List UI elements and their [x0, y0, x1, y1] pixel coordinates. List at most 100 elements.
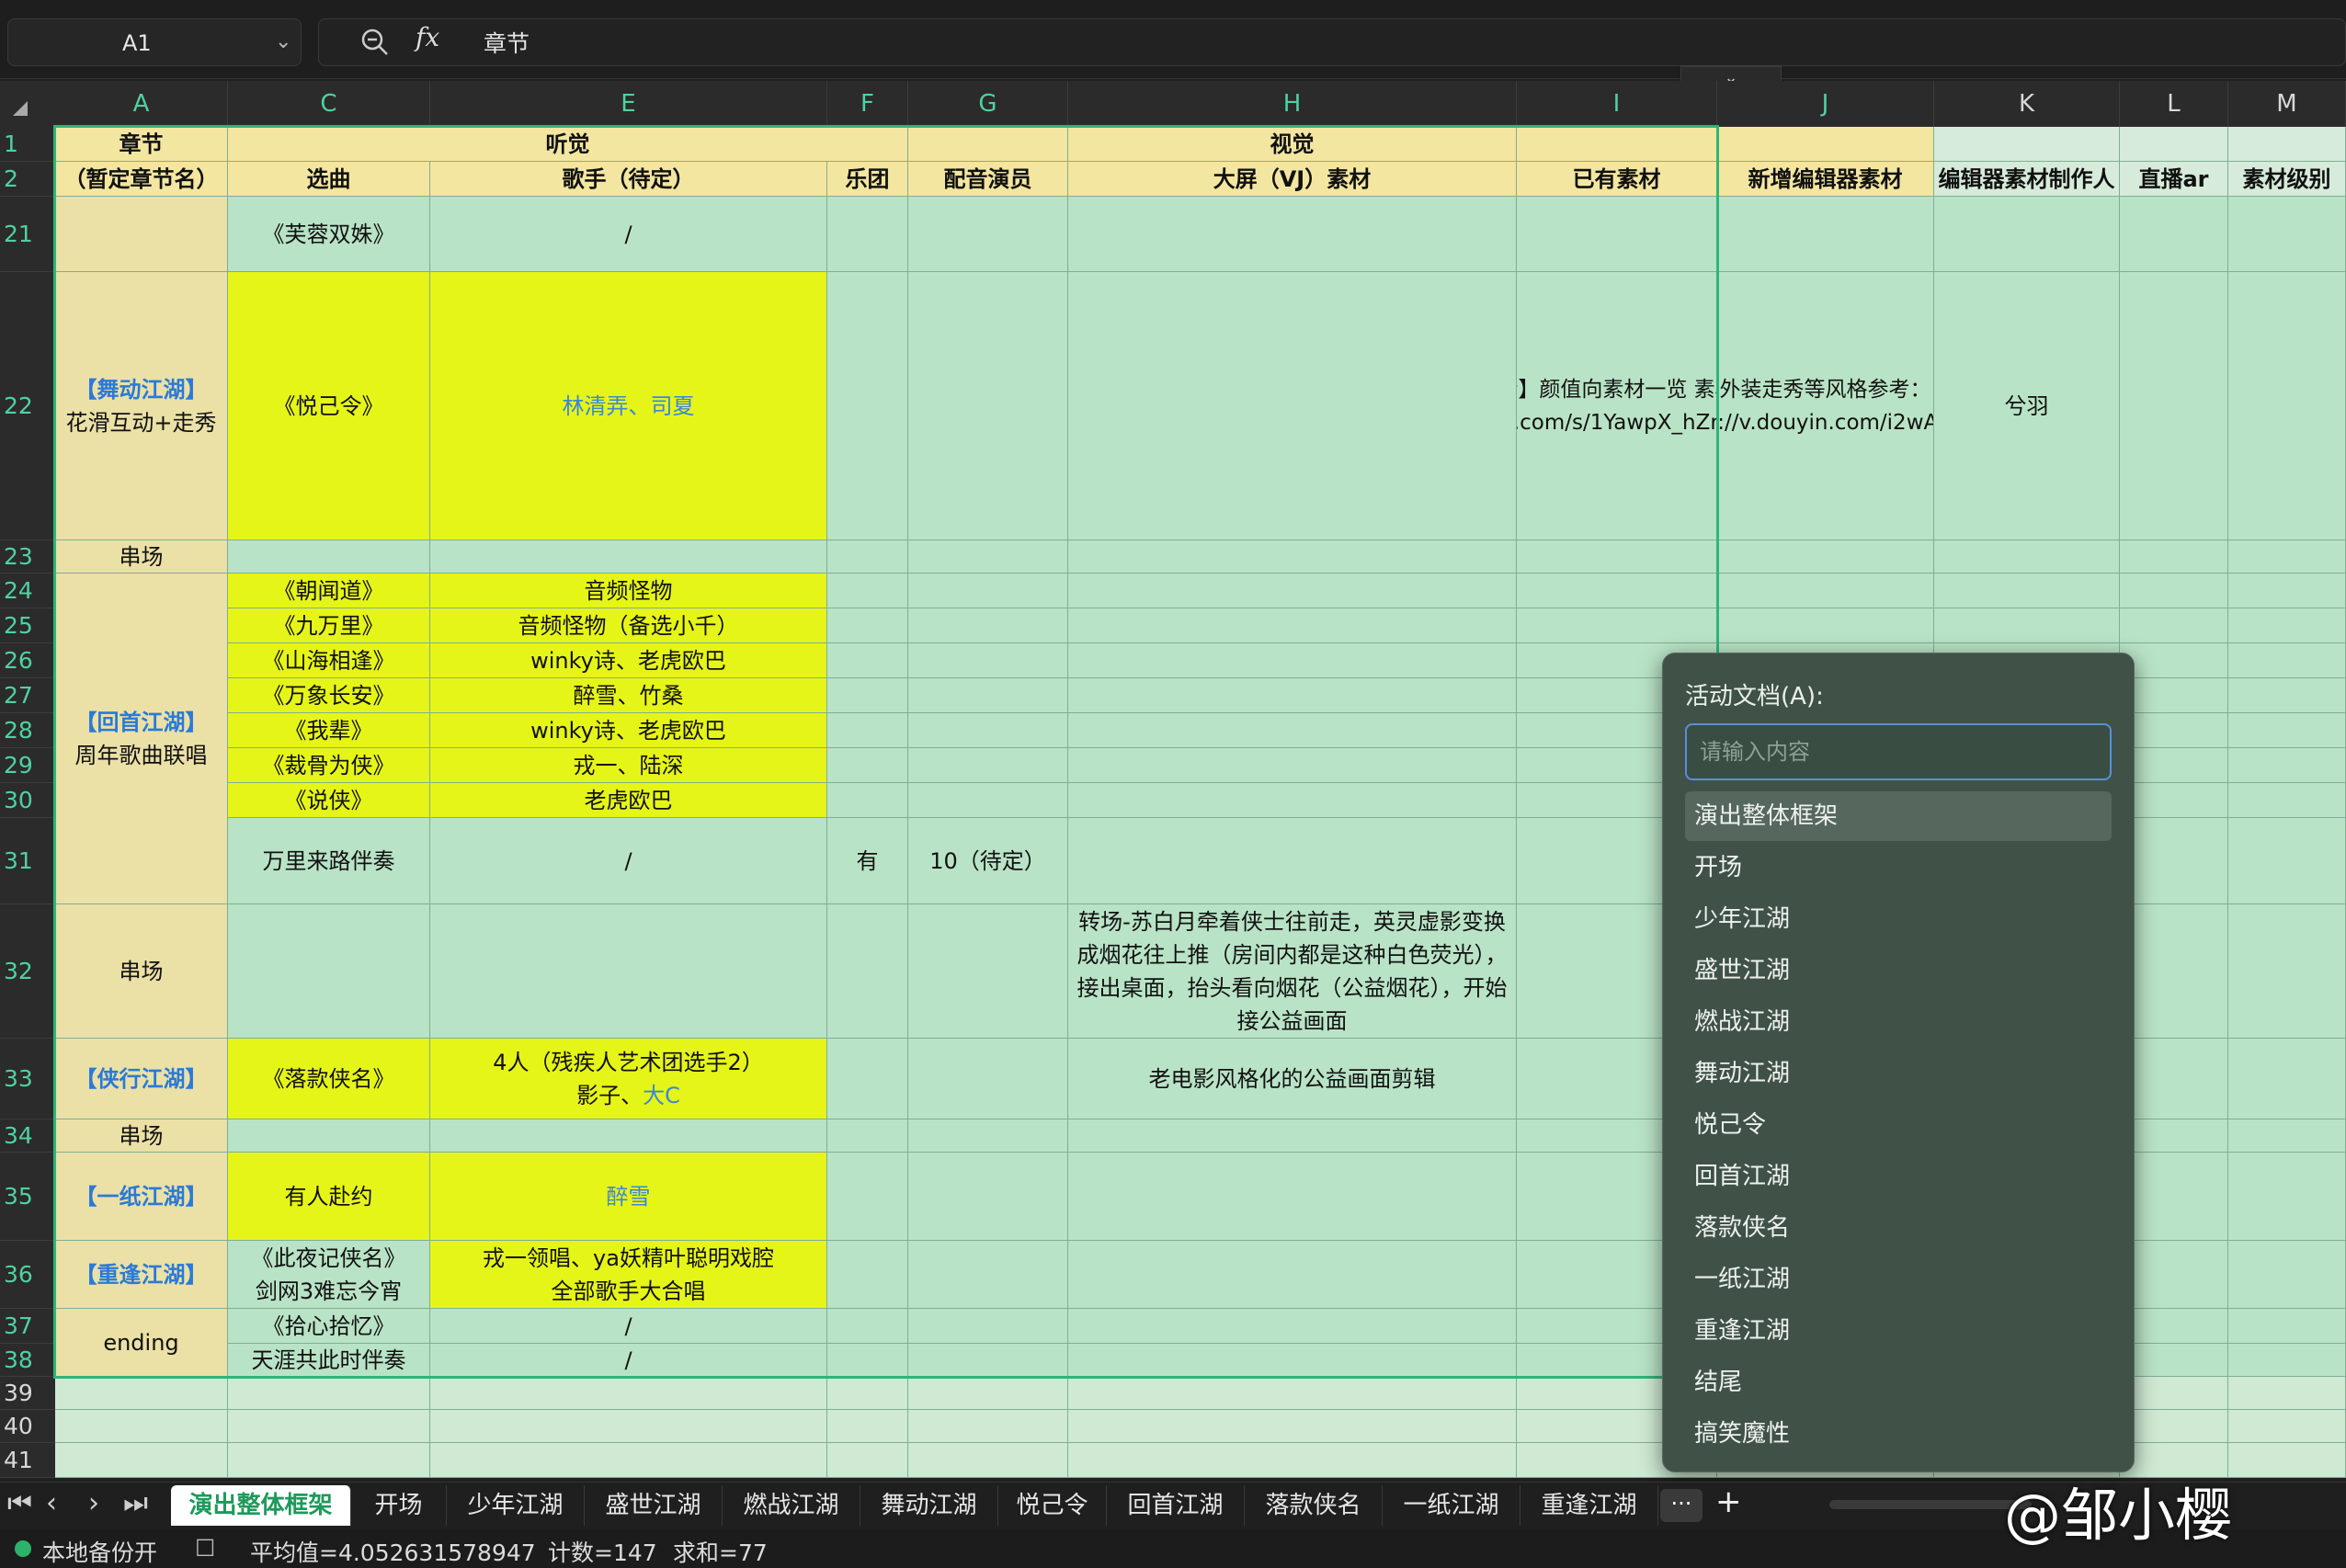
cell-l22[interactable]	[2120, 272, 2228, 540]
cell-a35[interactable]: 【一纸江湖】	[55, 1153, 228, 1241]
cell-f23[interactable]	[827, 540, 908, 574]
row-header-34[interactable]: 34	[0, 1119, 55, 1153]
column-header-h[interactable]: H	[1068, 81, 1517, 127]
cell-empty[interactable]	[2120, 1377, 2228, 1410]
row-header-31[interactable]: 31	[0, 818, 55, 904]
cell-m33[interactable]	[2228, 1039, 2346, 1119]
popup-item[interactable]: 少年江湖	[1685, 894, 2112, 944]
popup-item[interactable]: 一纸江湖	[1685, 1255, 2112, 1304]
cell-l21[interactable]	[2120, 197, 2228, 272]
cell-e21[interactable]: /	[430, 197, 827, 272]
cell-f38[interactable]	[827, 1344, 908, 1377]
header-k2[interactable]: 编辑器素材制作人	[1934, 162, 2120, 197]
cell-e22[interactable]: 林清弄、司夏	[430, 272, 827, 540]
cell-c21[interactable]: 《芙蓉双姝》	[228, 197, 430, 272]
cell-g37[interactable]	[908, 1309, 1068, 1344]
cell-c28[interactable]: 《我辈》	[228, 713, 430, 748]
row-header-39[interactable]: 39	[0, 1377, 55, 1410]
cell-e28[interactable]: winky诗、老虎欧巴	[430, 713, 827, 748]
cell-f33[interactable]	[827, 1039, 908, 1119]
cell-l30[interactable]	[2120, 783, 2228, 818]
cell-empty[interactable]	[908, 1410, 1068, 1443]
header-k1[interactable]	[1934, 127, 2120, 162]
cell-k21[interactable]	[1934, 197, 2120, 272]
cell-empty[interactable]	[55, 1443, 228, 1478]
cell-l35[interactable]	[2120, 1153, 2228, 1241]
cell-m34[interactable]	[2228, 1119, 2346, 1153]
row-header-37[interactable]: 37	[0, 1309, 55, 1344]
row-header-29[interactable]: 29	[0, 748, 55, 783]
cell-g35[interactable]	[908, 1153, 1068, 1241]
cell-e31[interactable]: /	[430, 818, 827, 904]
cell-g22[interactable]	[908, 272, 1068, 540]
row-header-38[interactable]: 38	[0, 1344, 55, 1377]
cell-c31[interactable]: 万里来路伴奏	[228, 818, 430, 904]
cell-empty[interactable]	[2228, 1443, 2346, 1478]
cell-g31[interactable]: 10（待定）	[908, 818, 1068, 904]
cell-empty[interactable]	[228, 1377, 430, 1410]
header-i1[interactable]	[1517, 127, 1934, 162]
cell-l33[interactable]	[2120, 1039, 2228, 1119]
header-a2[interactable]: （暂定章节名）	[55, 162, 228, 197]
row-header-26[interactable]: 26	[0, 643, 55, 678]
cell-j25[interactable]	[1717, 608, 1934, 643]
cell-c29[interactable]: 《裁骨为侠》	[228, 748, 430, 783]
header-a1[interactable]: 章节	[55, 127, 228, 162]
cell-c37[interactable]: 《拾心拾忆》	[228, 1309, 430, 1344]
cell-c22[interactable]: 《悦己令》	[228, 272, 430, 540]
row-header-41[interactable]: 41	[0, 1443, 55, 1478]
sheet-tab[interactable]: 燃战江湖	[723, 1485, 860, 1526]
sheet-tab[interactable]: 演出整体框架	[171, 1485, 351, 1526]
popup-item[interactable]: 搞笑魔性	[1685, 1409, 2112, 1459]
header-c2[interactable]: 选曲	[228, 162, 430, 197]
column-header-e[interactable]: E	[430, 81, 827, 127]
cell-l28[interactable]	[2120, 713, 2228, 748]
cell-m22[interactable]	[2228, 272, 2346, 540]
sheet-tab[interactable]: 舞动江湖	[860, 1485, 998, 1526]
cell-m21[interactable]	[2228, 197, 2346, 272]
formula-input[interactable]	[318, 18, 2346, 66]
sheet-tab[interactable]: 重逢江湖	[1520, 1485, 1658, 1526]
cell-m24[interactable]	[2228, 574, 2346, 608]
row-header-36[interactable]: 36	[0, 1241, 55, 1309]
sheet-tab[interactable]: 开场	[351, 1485, 447, 1526]
cell-m25[interactable]	[2228, 608, 2346, 643]
cell-h30[interactable]	[1068, 783, 1517, 818]
cell-h32[interactable]: 转场-苏白月牵着侠士往前走，英灵虚影变换成烟花往上推（房间内都是这种白色荧光），…	[1068, 904, 1517, 1039]
cell-g26[interactable]	[908, 643, 1068, 678]
popup-search-input[interactable]	[1685, 723, 2112, 780]
row-header-30[interactable]: 30	[0, 783, 55, 818]
cell-c25[interactable]: 《九万里》	[228, 608, 430, 643]
cell-m29[interactable]	[2228, 748, 2346, 783]
cell-e26[interactable]: winky诗、老虎欧巴	[430, 643, 827, 678]
cell-l36[interactable]	[2120, 1241, 2228, 1309]
cell-h31[interactable]	[1068, 818, 1517, 904]
cell-i23[interactable]	[1517, 540, 1717, 574]
row-header-23[interactable]: 23	[0, 540, 55, 574]
cell-c23[interactable]	[228, 540, 430, 574]
column-header-g[interactable]: G	[908, 81, 1068, 127]
cell-i22[interactable]: 【悦己令】颜值向素材一览 素材地址：https://pan.baidu.com/…	[1517, 272, 1717, 540]
cell-e37[interactable]: /	[430, 1309, 827, 1344]
cell-h38[interactable]	[1068, 1344, 1517, 1377]
popup-item[interactable]: 悦己令	[1685, 1100, 2112, 1150]
cell-a21[interactable]	[55, 197, 228, 272]
cell-g23[interactable]	[908, 540, 1068, 574]
cell-g29[interactable]	[908, 748, 1068, 783]
cell-h23[interactable]	[1068, 540, 1517, 574]
cell-empty[interactable]	[1068, 1410, 1517, 1443]
cell-empty[interactable]	[2120, 1410, 2228, 1443]
cell-empty[interactable]	[827, 1377, 908, 1410]
sheet-tab[interactable]: 落款侠名	[1245, 1485, 1383, 1526]
cell-i24[interactable]	[1517, 574, 1717, 608]
cell-g33[interactable]	[908, 1039, 1068, 1119]
header-l2[interactable]: 直播ar	[2120, 162, 2228, 197]
name-box[interactable]: A1 ⌄	[7, 18, 302, 66]
backup-status[interactable]: 本地备份开	[42, 1535, 157, 1568]
cell-m38[interactable]	[2228, 1344, 2346, 1377]
cell-empty[interactable]	[430, 1377, 827, 1410]
cell-empty[interactable]	[827, 1410, 908, 1443]
cell-h29[interactable]	[1068, 748, 1517, 783]
popup-item[interactable]: 盛世江湖	[1685, 946, 2112, 995]
cell-a22[interactable]: 【舞动江湖】 花滑互动+走秀	[55, 272, 228, 540]
